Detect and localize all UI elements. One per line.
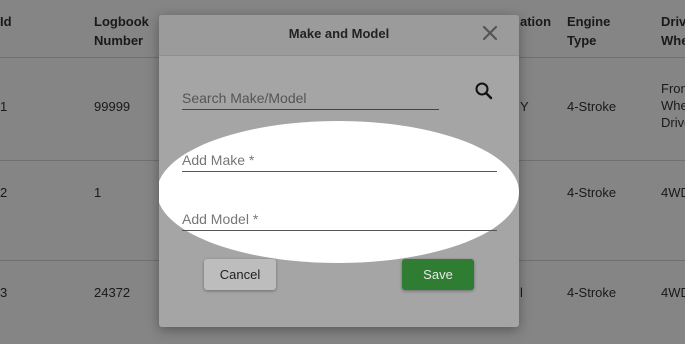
model-input[interactable]: [182, 208, 497, 230]
dialog-header: Make and Model: [159, 15, 519, 56]
make-model-dialog: Make and Model Cancel Save: [159, 15, 519, 327]
search-icon[interactable]: [473, 80, 495, 102]
model-field: [182, 208, 497, 231]
cancel-button[interactable]: Cancel: [204, 259, 276, 290]
make-input[interactable]: [182, 149, 497, 171]
save-button[interactable]: Save: [402, 259, 474, 290]
dialog-title: Make and Model: [288, 26, 390, 41]
search-input[interactable]: [182, 87, 439, 109]
search-field: [182, 87, 439, 110]
make-field: [182, 149, 497, 172]
close-icon[interactable]: [479, 22, 501, 44]
highlight-ellipse: [159, 121, 519, 263]
